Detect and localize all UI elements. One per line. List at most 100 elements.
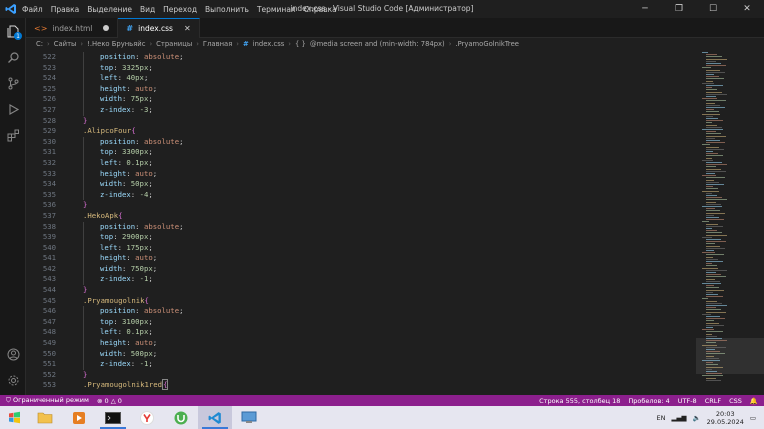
cursor-position-status[interactable]: Строка 555, столбец 18 bbox=[539, 397, 620, 405]
code-line[interactable]: z-index: -4; bbox=[66, 189, 696, 201]
notification-center-icon[interactable]: ▭ bbox=[750, 414, 756, 422]
code-editor[interactable]: 522 523 524 525 526 527 528 529 530 531 532 533 534 5… bbox=[26, 50, 764, 395]
media-player-icon[interactable] bbox=[62, 406, 96, 429]
volume-icon[interactable]: 🔈 bbox=[693, 414, 701, 422]
restore-icon[interactable]: ❐ bbox=[662, 0, 696, 18]
breadcrumb-item[interactable]: Страницы bbox=[156, 40, 192, 48]
code-line[interactable]: } bbox=[66, 116, 696, 127]
language-mode-status[interactable]: CSS bbox=[729, 397, 742, 405]
close-tab-icon[interactable]: ✕ bbox=[184, 24, 191, 33]
maximize-icon[interactable]: ☐ bbox=[696, 0, 730, 18]
code-line[interactable]: .Pryamougolnik1red{ bbox=[66, 379, 696, 391]
code-line[interactable]: top: 3325px; bbox=[66, 62, 696, 74]
network-icon[interactable]: ▂▄▆ bbox=[672, 414, 687, 422]
menu-item[interactable]: Выполнить bbox=[205, 5, 249, 14]
code-line[interactable]: } bbox=[66, 200, 696, 211]
minimap-line bbox=[706, 96, 716, 97]
source-control-icon[interactable] bbox=[0, 70, 26, 96]
unsaved-dot-icon[interactable] bbox=[103, 25, 110, 31]
colon: : bbox=[113, 147, 122, 157]
code-line[interactable]: position: absolute; bbox=[66, 136, 696, 148]
menu-item[interactable]: Переход bbox=[163, 5, 197, 14]
minimap-line bbox=[706, 162, 722, 163]
problems-status[interactable]: ⊗ 0 △ 0 bbox=[97, 397, 122, 405]
notifications-bell-icon[interactable]: 🔔 bbox=[750, 397, 758, 405]
extensions-icon[interactable] bbox=[0, 122, 26, 148]
menu-item[interactable]: Вид bbox=[140, 5, 155, 14]
code-content[interactable]: position: absolute; top: 3325px; left: 40p… bbox=[66, 52, 696, 391]
menu-item[interactable]: Выделение bbox=[87, 5, 132, 14]
code-line[interactable]: position: absolute; bbox=[66, 52, 696, 63]
encoding-status[interactable]: UTF-8 bbox=[678, 397, 697, 405]
semicolon: ; bbox=[179, 306, 184, 316]
code-line[interactable]: width: 75px; bbox=[66, 94, 696, 105]
code-line[interactable]: width: 500px; bbox=[66, 348, 696, 360]
code-line[interactable]: width: 750px; bbox=[66, 263, 696, 275]
code-line[interactable]: width: 50px; bbox=[66, 179, 696, 190]
code-line[interactable]: top: 3100px; bbox=[66, 316, 696, 328]
css-value: absolute bbox=[143, 136, 180, 146]
code-line[interactable]: height: auto; bbox=[66, 253, 696, 264]
code-line[interactable]: z-index: -1; bbox=[66, 274, 696, 286]
code-line[interactable]: .HekoApk{ bbox=[66, 211, 696, 222]
yandex-browser-icon[interactable] bbox=[130, 406, 164, 429]
minimap-line bbox=[706, 60, 716, 62]
code-line[interactable]: .Pryamougolnik{ bbox=[66, 296, 696, 307]
indentation-status[interactable]: Пробелов: 4 bbox=[628, 397, 669, 405]
run-debug-icon[interactable] bbox=[0, 96, 26, 122]
minimize-icon[interactable]: ─ bbox=[628, 0, 662, 18]
close-icon[interactable]: ✕ bbox=[730, 0, 764, 18]
account-icon[interactable] bbox=[0, 341, 26, 367]
vscode-icon[interactable] bbox=[198, 406, 232, 429]
tab-index-css[interactable]: # index.css ✕ bbox=[118, 18, 200, 38]
settings-gear-icon[interactable] bbox=[0, 367, 26, 393]
code-line[interactable]: top: 2900px; bbox=[66, 232, 696, 243]
line-number: 539 bbox=[42, 232, 56, 242]
breadcrumb-item[interactable]: @media screen and (min-width: 784px) bbox=[310, 40, 445, 48]
minimap[interactable] bbox=[696, 50, 764, 395]
minimap-line bbox=[706, 364, 718, 366]
windows-start-icon[interactable] bbox=[0, 406, 28, 429]
code-line[interactable]: } bbox=[66, 285, 696, 296]
breadcrumb-item[interactable]: C: bbox=[36, 40, 43, 48]
code-line[interactable]: .AlipcoFour{ bbox=[66, 126, 696, 137]
utorrent-icon[interactable] bbox=[164, 406, 198, 429]
code-line[interactable]: z-index: -1; bbox=[66, 359, 696, 370]
code-line[interactable]: left: 0.1px; bbox=[66, 327, 696, 339]
code-line[interactable]: } bbox=[66, 370, 696, 381]
error-icon: ⊗ bbox=[96, 396, 103, 405]
code-line[interactable]: left: 175px; bbox=[66, 242, 696, 254]
code-line[interactable]: left: 0.1px; bbox=[66, 157, 696, 169]
keyboard-language[interactable]: EN bbox=[657, 414, 666, 422]
breadcrumb-item[interactable]: Главная bbox=[203, 40, 232, 48]
breadcrumb-item[interactable]: !.Неко Бруньяйс bbox=[87, 40, 145, 48]
terminal-icon[interactable] bbox=[96, 406, 130, 429]
semicolon: ; bbox=[148, 274, 153, 284]
explorer-icon[interactable]: 1 bbox=[0, 18, 26, 44]
restricted-mode-status[interactable]: ⛉ Ограниченный режим bbox=[6, 396, 89, 405]
file-explorer-icon[interactable] bbox=[28, 406, 62, 429]
menu-item[interactable]: Терминал bbox=[257, 5, 296, 14]
minimap-line bbox=[706, 338, 722, 339]
code-line[interactable]: z-index: -3; bbox=[66, 104, 696, 116]
breadcrumb-item[interactable]: Сайты bbox=[54, 40, 77, 48]
code-line[interactable]: height: auto; bbox=[66, 168, 696, 180]
code-line[interactable]: height: auto; bbox=[66, 338, 696, 349]
code-line[interactable]: position: absolute; bbox=[66, 221, 696, 233]
code-line[interactable]: top: 3300px; bbox=[66, 147, 696, 158]
code-line[interactable]: left: 40px; bbox=[66, 73, 696, 84]
menu-item[interactable]: Правка bbox=[51, 5, 80, 14]
clock[interactable]: 20:03 29.05.2024 bbox=[707, 410, 744, 426]
breadcrumb-item[interactable]: .PryamoGolnikTree bbox=[455, 40, 519, 48]
menu-item[interactable]: Справка bbox=[304, 5, 337, 14]
search-icon[interactable] bbox=[0, 44, 26, 70]
minimap-line bbox=[702, 221, 709, 223]
eol-status[interactable]: CRLF bbox=[705, 397, 721, 405]
tab-index-html[interactable]: <> index.html bbox=[26, 18, 119, 38]
remote-desktop-icon[interactable] bbox=[232, 406, 266, 429]
menu-item[interactable]: Файл bbox=[22, 5, 43, 14]
line-number: 524 bbox=[42, 73, 56, 83]
code-line[interactable]: height: auto; bbox=[66, 83, 696, 95]
breadcrumb-item[interactable]: index.css bbox=[253, 40, 285, 48]
code-line[interactable]: position: absolute; bbox=[66, 306, 696, 317]
